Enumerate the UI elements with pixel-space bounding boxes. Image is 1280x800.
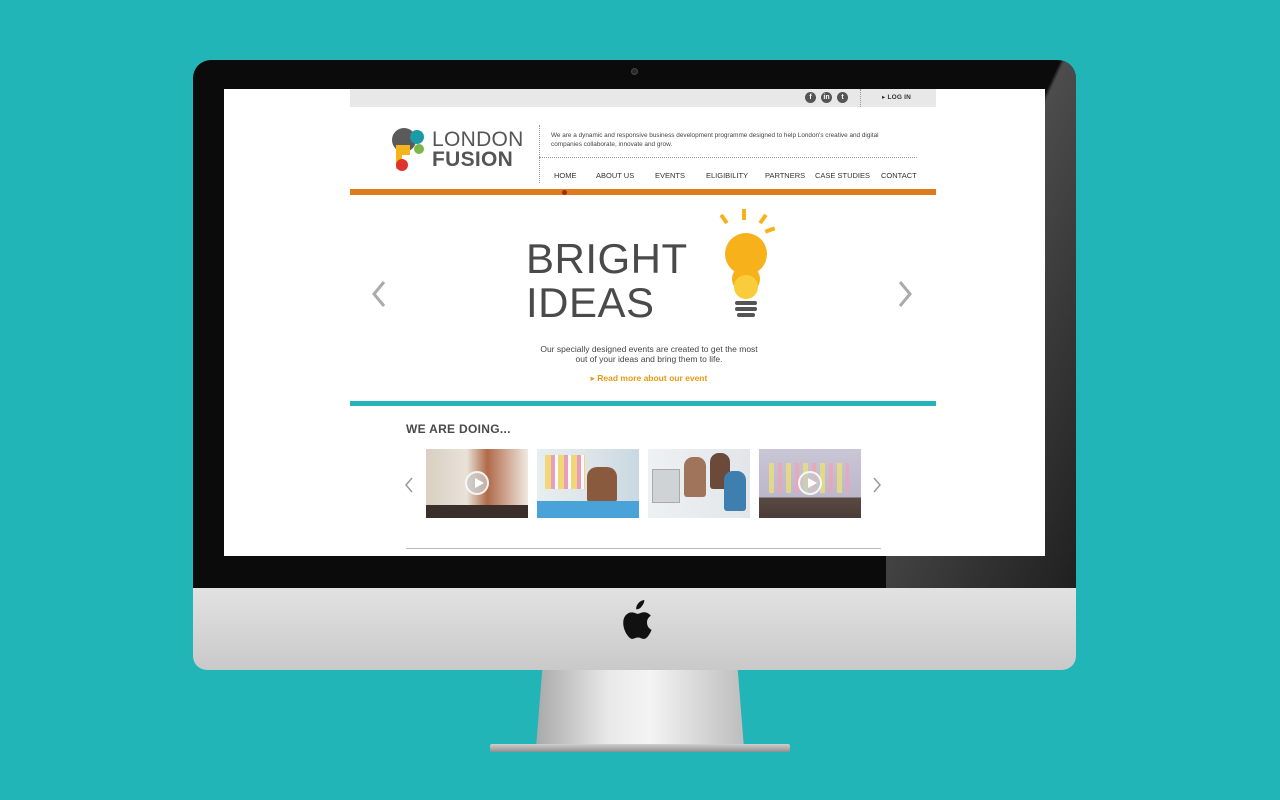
login-link[interactable]: ▸ LOG IN [882, 93, 911, 101]
nav-about-us[interactable]: ABOUT US [596, 171, 634, 180]
active-nav-indicator [562, 190, 567, 195]
nav-events[interactable]: EVENTS [655, 171, 685, 180]
facebook-icon[interactable]: f [805, 92, 816, 103]
video-thumbnail-2[interactable] [537, 449, 639, 518]
play-icon[interactable] [465, 471, 489, 495]
hero-prev-arrow-icon[interactable] [370, 279, 388, 309]
hero-description: Our specially designed events are create… [540, 344, 758, 364]
website-screen: f in t ▸ LOG IN LONDON FUSION We are a d… [224, 89, 1045, 556]
hero-title: BRIGHT IDEAS [526, 237, 688, 325]
header-divider [539, 125, 540, 183]
thumb-2-chair [537, 501, 639, 518]
video-thumbnail-4[interactable] [759, 449, 861, 518]
nav-contact[interactable]: CONTACT [881, 171, 917, 180]
hero-read-more-link[interactable]: ▸ Read more about our event [534, 373, 764, 384]
nav-partners[interactable]: PARTNERS [765, 171, 805, 180]
thumb-1-desk [426, 505, 528, 518]
doing-section-title: WE ARE DOING... [406, 422, 511, 436]
screen-bezel: f in t ▸ LOG IN LONDON FUSION We are a d… [193, 60, 1076, 588]
login-divider [860, 89, 861, 107]
thumb-3-person-1 [684, 457, 706, 497]
nav-home[interactable]: HOME [554, 171, 577, 180]
hero-title-line-2: IDEAS [526, 279, 655, 326]
hero-read-more-label: Read more about our event [597, 373, 708, 383]
video-thumbnail-3[interactable] [648, 449, 750, 518]
imac-stand [536, 670, 744, 748]
thumb-3-monitor [652, 469, 680, 503]
nav-underline [350, 189, 936, 195]
imac-chin [193, 588, 1076, 670]
brand-line-2: FUSION [432, 148, 514, 171]
linkedin-icon[interactable]: in [821, 92, 832, 103]
nav-eligibility[interactable]: ELIGIBILITY [706, 171, 748, 180]
imac-stand-base [490, 744, 790, 752]
utility-bar: f in t ▸ LOG IN [350, 89, 936, 107]
carousel-prev-arrow-icon[interactable] [404, 476, 414, 494]
brand-line-1: LONDON [432, 128, 524, 151]
main-nav: HOME ABOUT US EVENTS ELIGIBILITY PARTNER… [546, 171, 918, 183]
hero-title-line-1: BRIGHT [526, 235, 688, 282]
hero-divider [350, 401, 936, 406]
site-tagline: We are a dynamic and responsive business… [551, 132, 879, 148]
thumb-2-person [587, 467, 617, 503]
nav-case-studies[interactable]: CASE STUDIES [815, 171, 870, 180]
twitter-icon[interactable]: t [837, 92, 848, 103]
hero-next-arrow-icon[interactable] [896, 279, 914, 309]
lightbulb-icon [719, 209, 776, 317]
camera-icon [631, 68, 638, 75]
tagline-divider [539, 157, 917, 158]
play-icon[interactable] [798, 471, 822, 495]
video-thumbnail-1[interactable] [426, 449, 528, 518]
section-divider [406, 548, 881, 549]
apple-logo-icon [623, 600, 652, 639]
imac-frame: f in t ▸ LOG IN LONDON FUSION We are a d… [193, 60, 1076, 670]
thumb-3-person-3 [724, 471, 746, 511]
london-fusion-logo-icon[interactable] [390, 125, 432, 175]
thumb-2-sticky-notes [545, 455, 585, 489]
carousel-next-arrow-icon[interactable] [872, 476, 882, 494]
login-label: LOG IN [887, 94, 912, 101]
